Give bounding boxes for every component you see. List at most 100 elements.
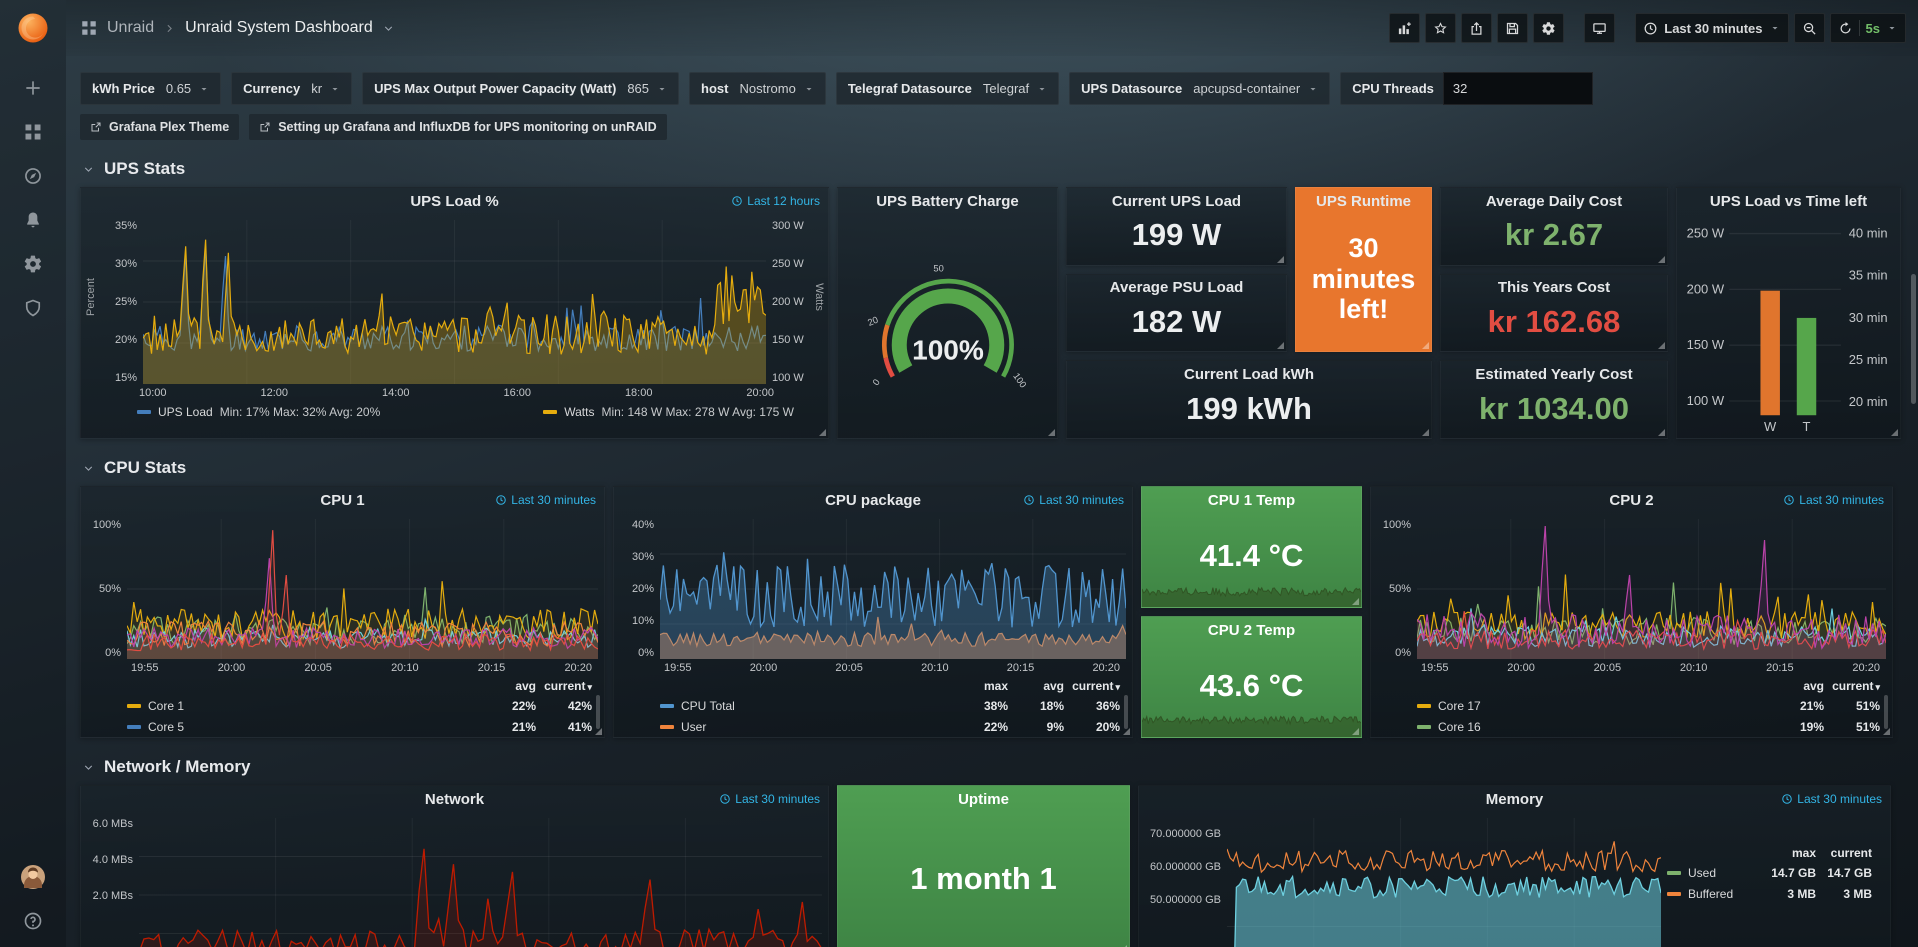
configuration-gear-icon[interactable] bbox=[23, 254, 43, 274]
panel-resize-handle[interactable] bbox=[1123, 728, 1130, 735]
link-ups-monitoring-guide[interactable]: Setting up Grafana and InfluxDB for UPS … bbox=[249, 114, 666, 140]
row-header-network-memory[interactable]: Network / Memory bbox=[82, 757, 1904, 777]
variable-host[interactable]: host Nostromo bbox=[689, 72, 826, 105]
panel-title[interactable]: Estimated Yearly Cost bbox=[1441, 361, 1667, 387]
variable-value[interactable]: apcupsd-container bbox=[1191, 81, 1329, 96]
dashboard-settings-button[interactable] bbox=[1533, 13, 1564, 43]
legend-row[interactable]: Core 1 22%42% bbox=[127, 695, 592, 716]
dashboards-icon[interactable] bbox=[23, 122, 43, 142]
share-dashboard-button[interactable] bbox=[1461, 13, 1492, 43]
chart-area[interactable] bbox=[139, 818, 822, 947]
legend-header-max[interactable]: max bbox=[1760, 846, 1816, 860]
panel-title[interactable]: Average PSU Load bbox=[1067, 275, 1286, 301]
variable-value[interactable]: Telegraf bbox=[981, 81, 1058, 96]
legend-header-current[interactable]: current bbox=[536, 679, 592, 693]
panel-title[interactable]: UPS Load % Last 12 hours bbox=[81, 188, 828, 214]
scrollbar-thumb[interactable] bbox=[1911, 274, 1916, 404]
legend-header-current[interactable]: current bbox=[1824, 679, 1880, 693]
user-avatar[interactable] bbox=[20, 864, 46, 895]
chevron-down-icon[interactable] bbox=[382, 22, 395, 35]
legend-header-current[interactable]: current bbox=[1816, 846, 1872, 860]
panel-title[interactable]: This Years Cost bbox=[1441, 275, 1667, 301]
legend-scrollbar[interactable] bbox=[1124, 695, 1128, 729]
row-header-cpu-stats[interactable]: CPU Stats bbox=[82, 458, 1904, 478]
panel-title[interactable]: UPS Load vs Time left bbox=[1677, 188, 1900, 214]
panel-title[interactable]: Average Daily Cost bbox=[1441, 188, 1667, 214]
breadcrumb-app[interactable]: Unraid bbox=[107, 19, 154, 37]
create-icon[interactable] bbox=[23, 78, 43, 98]
panel-title[interactable]: Current UPS Load bbox=[1067, 188, 1286, 214]
panel-title[interactable]: CPU package Last 30 minutes bbox=[614, 487, 1132, 513]
refresh-picker[interactable]: 5s bbox=[1830, 13, 1906, 43]
legend-row[interactable]: Buffered 3 MB3 MB bbox=[1667, 883, 1872, 904]
panel-resize-handle[interactable] bbox=[1883, 728, 1890, 735]
panel-title[interactable]: CPU 1 Temp bbox=[1142, 487, 1361, 513]
panel-title[interactable]: CPU 2 Temp bbox=[1142, 617, 1361, 643]
legend-header-avg[interactable]: avg bbox=[480, 679, 536, 693]
chart-area[interactable] bbox=[143, 220, 766, 384]
star-dashboard-button[interactable] bbox=[1425, 13, 1456, 43]
server-admin-shield-icon[interactable] bbox=[23, 298, 43, 318]
panel-resize-handle[interactable] bbox=[1422, 429, 1429, 436]
panel-title[interactable]: Uptime bbox=[838, 786, 1129, 812]
panel-resize-handle[interactable] bbox=[1422, 342, 1429, 349]
legend-scrollbar[interactable] bbox=[1884, 695, 1888, 729]
help-icon[interactable] bbox=[23, 911, 43, 931]
alerting-bell-icon[interactable] bbox=[23, 210, 43, 230]
panel-title[interactable]: CPU 1 Last 30 minutes bbox=[81, 487, 604, 513]
grafana-logo[interactable] bbox=[0, 0, 66, 56]
panel-title[interactable]: CPU 2 Last 30 minutes bbox=[1371, 487, 1892, 513]
panel-title[interactable]: UPS Runtime bbox=[1296, 188, 1431, 214]
legend-header-avg[interactable]: avg bbox=[1768, 679, 1824, 693]
time-range-picker[interactable]: Last 30 minutes bbox=[1635, 13, 1788, 43]
legend-header-current[interactable]: current bbox=[1064, 679, 1120, 693]
legend-row[interactable]: Core 16 19%51% bbox=[1417, 716, 1880, 737]
legend-header-max[interactable]: max bbox=[952, 679, 1008, 693]
variable-value[interactable]: 865 bbox=[625, 81, 678, 96]
variable-ups-max-output[interactable]: UPS Max Output Power Capacity (Watt) 865 bbox=[362, 72, 679, 105]
add-panel-button[interactable] bbox=[1389, 13, 1420, 43]
panel-resize-handle[interactable] bbox=[1277, 342, 1284, 349]
panel-title[interactable]: UPS Battery Charge bbox=[838, 188, 1057, 214]
legend-row[interactable]: Used 14.7 GB14.7 GB bbox=[1667, 862, 1872, 883]
panel-resize-handle[interactable] bbox=[1658, 429, 1665, 436]
variable-telegraf-datasource[interactable]: Telegraf Datasource Telegraf bbox=[836, 72, 1059, 105]
panel-resize-handle[interactable] bbox=[1277, 256, 1284, 263]
variable-kwh-price[interactable]: kWh Price 0.65 bbox=[80, 72, 221, 105]
legend-row[interactable]: Core 17 21%51% bbox=[1417, 695, 1880, 716]
legend-row[interactable]: User 22%9%20% bbox=[660, 716, 1120, 737]
panel-resize-handle[interactable] bbox=[1352, 728, 1359, 735]
save-dashboard-button[interactable] bbox=[1497, 13, 1528, 43]
legend-item-watts[interactable]: Watts Min: 148 W Max: 278 W Avg: 175 W bbox=[543, 405, 794, 419]
page-scrollbar[interactable] bbox=[1910, 56, 1917, 947]
zoom-out-time-button[interactable] bbox=[1794, 13, 1825, 43]
explore-compass-icon[interactable] bbox=[23, 166, 43, 186]
row-header-ups-stats[interactable]: UPS Stats bbox=[82, 159, 1904, 179]
panel-title[interactable]: Memory Last 30 minutes bbox=[1139, 786, 1890, 812]
panel-resize-handle[interactable] bbox=[1658, 342, 1665, 349]
chart-area[interactable] bbox=[127, 519, 598, 659]
panel-title[interactable]: Current Load kWh bbox=[1067, 361, 1431, 387]
panel-resize-handle[interactable] bbox=[1352, 598, 1359, 605]
link-grafana-plex-theme[interactable]: Grafana Plex Theme bbox=[80, 114, 239, 140]
chart-area[interactable] bbox=[660, 519, 1126, 659]
chart-area[interactable] bbox=[1227, 818, 1661, 947]
variable-value[interactable]: 0.65 bbox=[164, 81, 220, 96]
legend-header-avg[interactable]: avg bbox=[1008, 679, 1064, 693]
variable-value[interactable]: kr bbox=[309, 81, 351, 96]
variable-value[interactable]: Nostromo bbox=[737, 81, 824, 96]
legend-item-ups-load[interactable]: UPS Load Min: 17% Max: 32% Avg: 20% bbox=[137, 405, 380, 419]
panel-resize-handle[interactable] bbox=[1048, 429, 1055, 436]
legend-row[interactable]: CPU Total 38%18%36% bbox=[660, 695, 1120, 716]
bar-watts[interactable] bbox=[1760, 291, 1779, 416]
panel-resize-handle[interactable] bbox=[595, 728, 602, 735]
panel-resize-handle[interactable] bbox=[1891, 429, 1898, 436]
panel-resize-handle[interactable] bbox=[1658, 256, 1665, 263]
chart-area[interactable] bbox=[1417, 519, 1886, 659]
panel-title[interactable]: Network Last 30 minutes bbox=[81, 786, 828, 812]
dashboard-title[interactable]: Unraid System Dashboard bbox=[185, 19, 373, 37]
cpu-threads-input[interactable] bbox=[1443, 72, 1593, 105]
variable-ups-datasource[interactable]: UPS Datasource apcupsd-container bbox=[1069, 72, 1330, 105]
bar-time-left[interactable] bbox=[1796, 318, 1815, 415]
variable-currency[interactable]: Currency kr bbox=[231, 72, 352, 105]
